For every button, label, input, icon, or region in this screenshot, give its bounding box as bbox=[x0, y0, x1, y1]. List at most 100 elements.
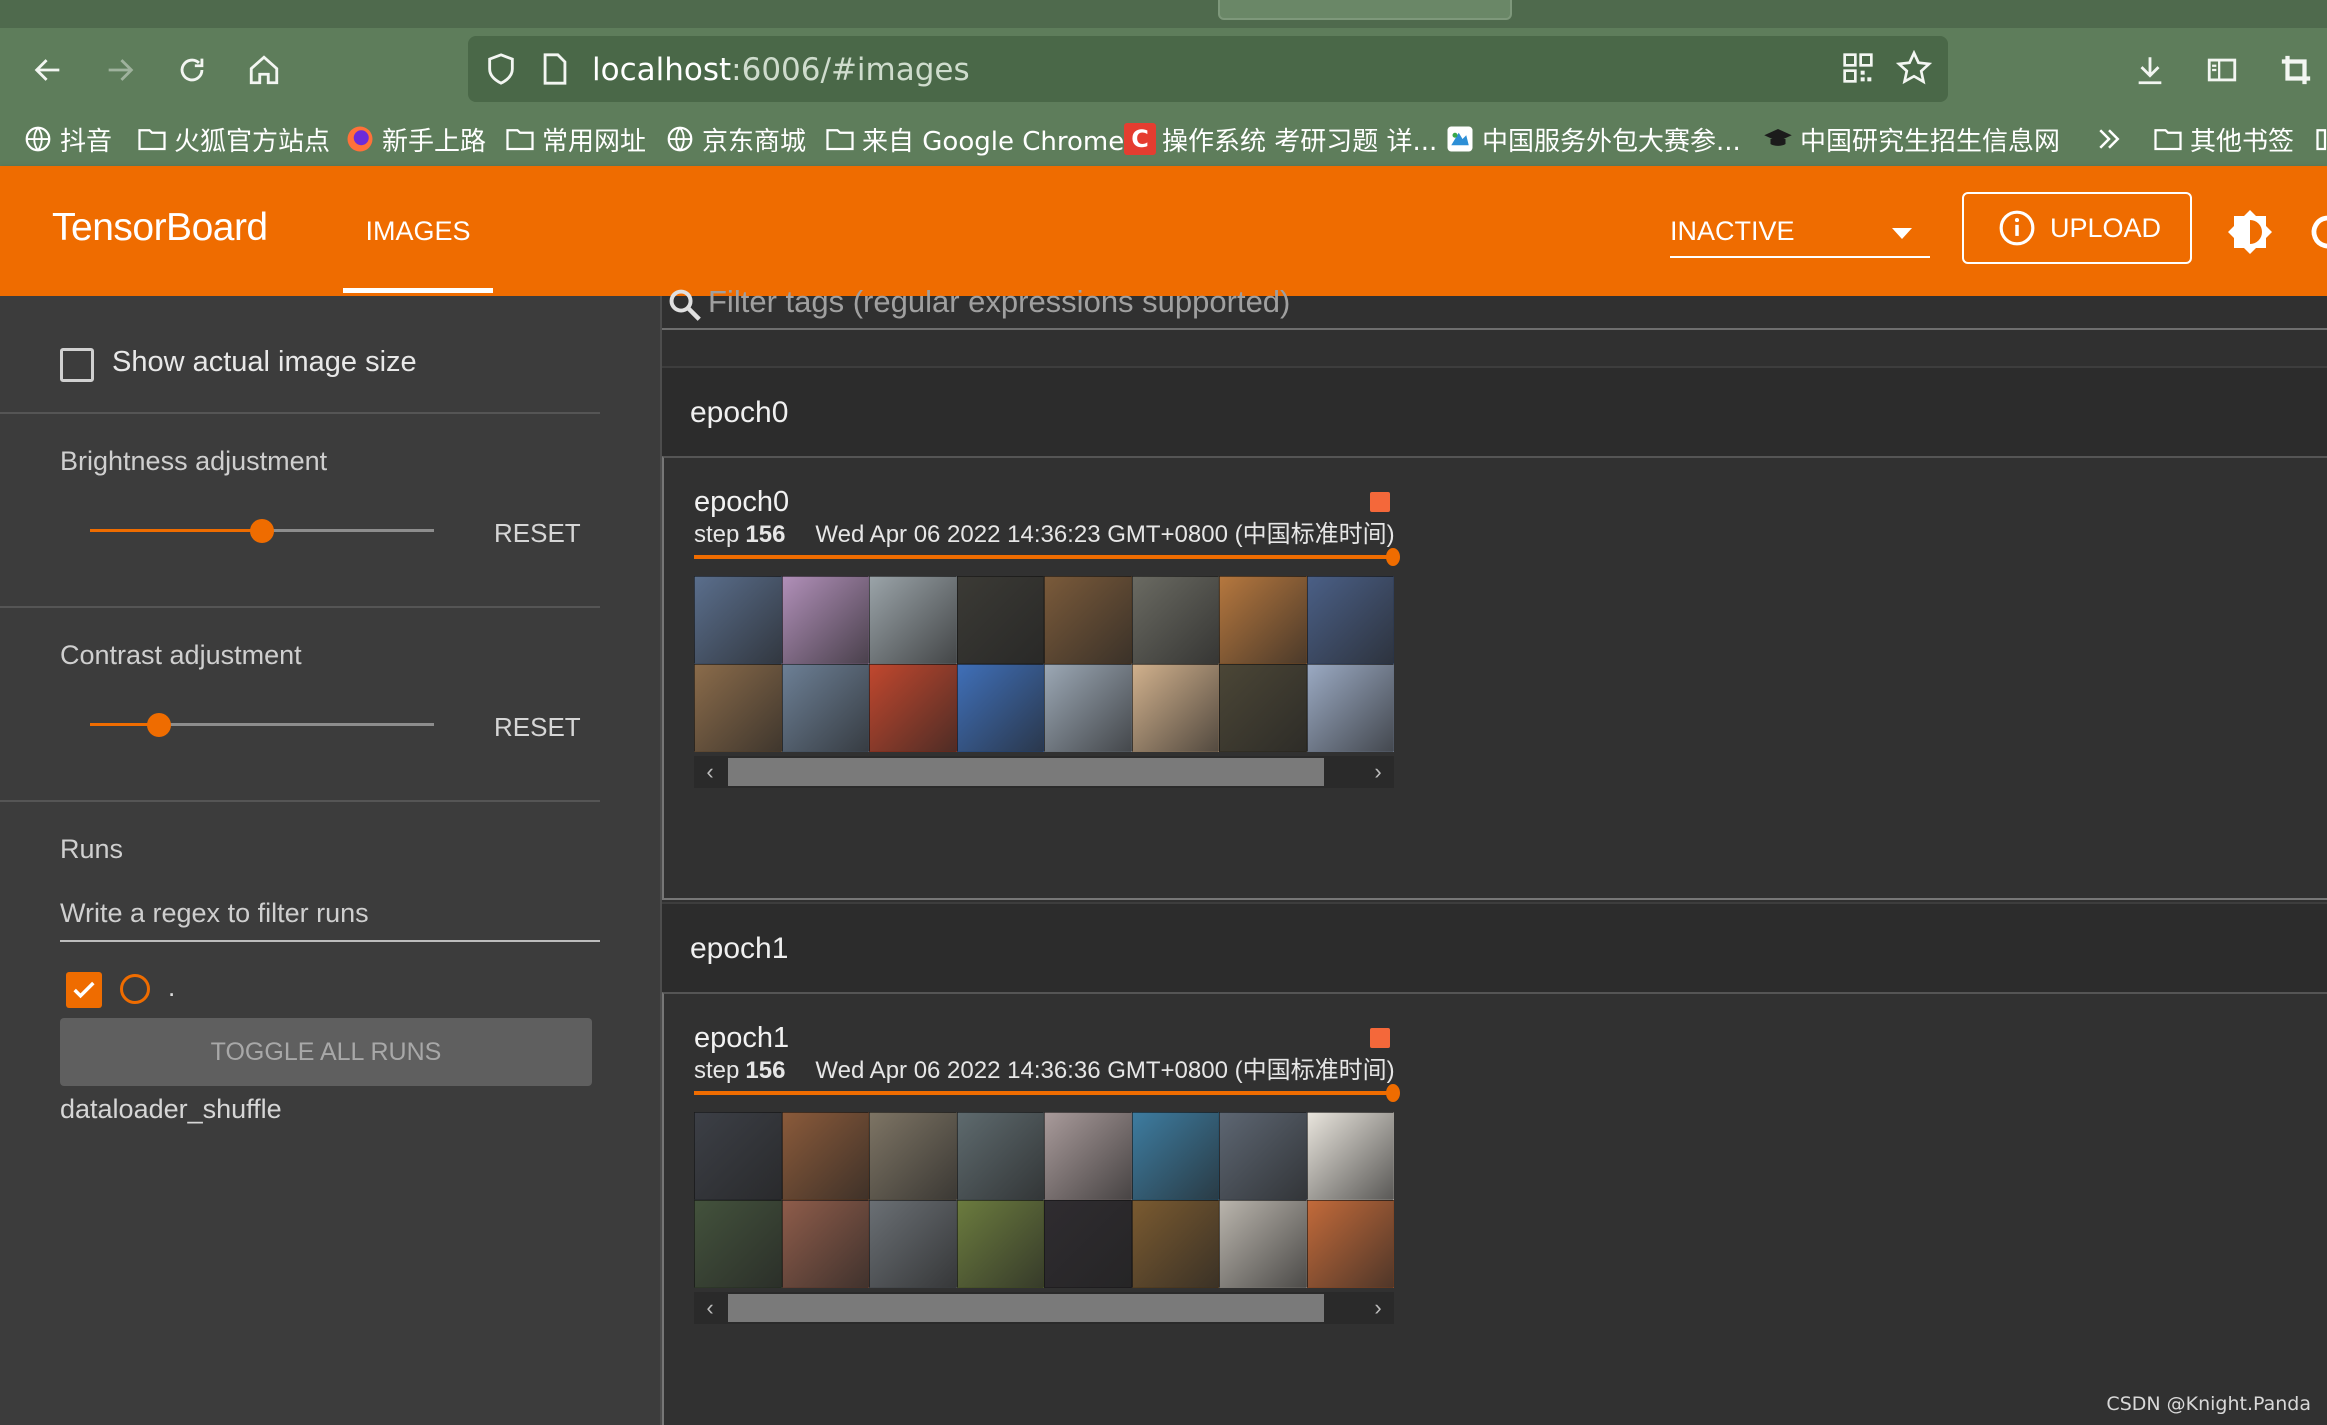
chevron-right-icon[interactable]: › bbox=[1364, 1294, 1392, 1322]
tensorboard-toolbar: TensorBoard IMAGES INACTIVE UPLOAD bbox=[0, 166, 2327, 296]
url-text[interactable]: localhost:6006/#images bbox=[592, 52, 970, 88]
image-thumbnail[interactable] bbox=[1044, 664, 1132, 752]
home-icon[interactable] bbox=[238, 44, 290, 96]
image-thumbnail[interactable] bbox=[1219, 1112, 1307, 1200]
scroll-thumb[interactable] bbox=[728, 1294, 1324, 1322]
run-checkbox[interactable] bbox=[66, 972, 102, 1008]
runs-filter-input[interactable]: Write a regex to filter runs bbox=[60, 896, 600, 942]
slider-knob[interactable] bbox=[146, 713, 171, 737]
tag-filter-input[interactable]: Filter tags (regular expressions support… bbox=[662, 284, 2327, 330]
group-header-epoch0[interactable]: epoch0 bbox=[662, 366, 2327, 456]
image-grid[interactable] bbox=[694, 576, 1394, 752]
image-thumbnail[interactable] bbox=[869, 1112, 957, 1200]
image-thumbnail[interactable] bbox=[781, 576, 869, 664]
image-thumbnail[interactable] bbox=[1044, 1200, 1132, 1288]
image-thumbnail[interactable] bbox=[1219, 664, 1307, 752]
bookmark-item[interactable]: 来自 Google Chrome bbox=[824, 120, 1124, 158]
image-thumbnail[interactable] bbox=[694, 664, 782, 752]
upload-button[interactable]: UPLOAD bbox=[1962, 192, 2192, 264]
page-icon[interactable] bbox=[540, 52, 570, 91]
inactive-plugins-select[interactable]: INACTIVE bbox=[1670, 210, 1930, 258]
image-thumbnail[interactable] bbox=[694, 576, 782, 664]
bookmark-item[interactable]: 中国研究生招生信息网 bbox=[1762, 120, 2060, 158]
crop-icon[interactable] bbox=[2270, 44, 2322, 96]
image-thumbnail[interactable] bbox=[781, 1112, 869, 1200]
url-bar[interactable]: localhost:6006/#images bbox=[468, 36, 1948, 102]
chevron-right-icon[interactable]: › bbox=[1364, 758, 1392, 786]
image-thumbnail[interactable] bbox=[1219, 576, 1307, 664]
chevron-left-icon[interactable]: ‹ bbox=[696, 1294, 724, 1322]
bookmark-item[interactable]: 常用网址 bbox=[504, 120, 646, 158]
slider-knob[interactable] bbox=[1386, 1084, 1400, 1102]
bookmark-star-icon[interactable] bbox=[1895, 49, 1933, 91]
active-tab[interactable] bbox=[1218, 0, 1512, 20]
qr-code-icon[interactable] bbox=[1842, 52, 1874, 89]
toggle-all-runs-button[interactable]: TOGGLE ALL RUNS bbox=[60, 1018, 592, 1086]
more-bookmarks-icon[interactable] bbox=[2094, 120, 2124, 158]
refresh-icon[interactable] bbox=[2298, 202, 2327, 262]
image-thumbnail[interactable] bbox=[956, 1200, 1044, 1288]
image-thumbnail[interactable] bbox=[1306, 664, 1394, 752]
slider-knob[interactable] bbox=[1386, 548, 1400, 566]
forward-icon[interactable] bbox=[94, 44, 146, 96]
contrast-slider[interactable] bbox=[90, 710, 434, 740]
shield-icon[interactable] bbox=[484, 52, 518, 91]
image-thumbnail[interactable] bbox=[1219, 1200, 1307, 1288]
image-thumbnail[interactable] bbox=[1306, 1112, 1394, 1200]
bookmark-item[interactable]: 新手上路 bbox=[344, 120, 486, 158]
scroll-thumb[interactable] bbox=[728, 758, 1324, 786]
image-thumbnail[interactable] bbox=[869, 1200, 957, 1288]
bookmark-item[interactable]: C 操作系统 考研习题 详... bbox=[1124, 120, 1437, 158]
bookmark-item[interactable]: 京东商城 bbox=[664, 120, 806, 158]
back-icon[interactable] bbox=[22, 44, 74, 96]
reload-icon[interactable] bbox=[166, 44, 218, 96]
upload-label: UPLOAD bbox=[2050, 212, 2162, 243]
image-thumbnail[interactable] bbox=[781, 1200, 869, 1288]
run-color-badge bbox=[1370, 492, 1390, 512]
image-thumbnail[interactable] bbox=[1131, 1200, 1219, 1288]
image-thumbnail[interactable] bbox=[694, 1112, 782, 1200]
image-thumbnail[interactable] bbox=[694, 1200, 782, 1288]
horizontal-scrollbar[interactable]: ‹ › bbox=[694, 756, 1394, 788]
brightness-toggle-icon[interactable] bbox=[2220, 202, 2280, 262]
image-thumbnail[interactable] bbox=[869, 576, 957, 664]
image-thumbnail[interactable] bbox=[1044, 1112, 1132, 1200]
bookmark-item-cut[interactable] bbox=[2312, 120, 2327, 158]
bookmark-item[interactable]: 其他书签 bbox=[2152, 120, 2294, 158]
step-value: 156 bbox=[745, 1057, 786, 1084]
chevron-left-icon[interactable]: ‹ bbox=[696, 758, 724, 786]
reader-view-icon[interactable] bbox=[2196, 44, 2248, 96]
image-thumbnail[interactable] bbox=[956, 576, 1044, 664]
bookmark-item[interactable]: 抖音 bbox=[22, 120, 112, 158]
brightness-reset-button[interactable]: RESET bbox=[494, 518, 581, 549]
image-thumbnail[interactable] bbox=[869, 664, 957, 752]
brightness-slider[interactable] bbox=[90, 516, 434, 546]
step-slider[interactable] bbox=[694, 548, 1400, 566]
show-actual-size-checkbox[interactable] bbox=[60, 348, 94, 382]
image-thumbnail[interactable] bbox=[781, 664, 869, 752]
image-thumbnail[interactable] bbox=[1306, 1200, 1394, 1288]
image-grid[interactable] bbox=[694, 1112, 1394, 1288]
tensorboard-logo[interactable]: TensorBoard bbox=[52, 206, 268, 250]
runs-heading: Runs bbox=[60, 834, 124, 864]
image-thumbnail[interactable] bbox=[956, 664, 1044, 752]
slider-fill bbox=[90, 529, 262, 532]
bookmark-item[interactable]: 中国服务外包大赛参... bbox=[1444, 120, 1741, 158]
divider bbox=[0, 412, 600, 414]
horizontal-scrollbar[interactable]: ‹ › bbox=[694, 1292, 1394, 1324]
contrast-reset-button[interactable]: RESET bbox=[494, 712, 581, 743]
download-icon[interactable] bbox=[2124, 44, 2176, 96]
slider-knob[interactable] bbox=[250, 519, 274, 543]
image-thumbnail[interactable] bbox=[956, 1112, 1044, 1200]
image-thumbnail[interactable] bbox=[1131, 576, 1219, 664]
step-slider[interactable] bbox=[694, 1084, 1400, 1102]
image-thumbnail[interactable] bbox=[1044, 576, 1132, 664]
bookmark-item[interactable]: 火狐官方站点 bbox=[136, 120, 330, 158]
tab-images[interactable]: IMAGES bbox=[343, 166, 493, 296]
image-thumbnail[interactable] bbox=[1131, 664, 1219, 752]
group-header-epoch1[interactable]: epoch1 bbox=[662, 902, 2327, 992]
image-thumbnail[interactable] bbox=[1306, 576, 1394, 664]
image-thumbnail[interactable] bbox=[1131, 1112, 1219, 1200]
run-color-swatch[interactable] bbox=[120, 974, 150, 1004]
grad-cap-icon bbox=[1762, 123, 1794, 155]
